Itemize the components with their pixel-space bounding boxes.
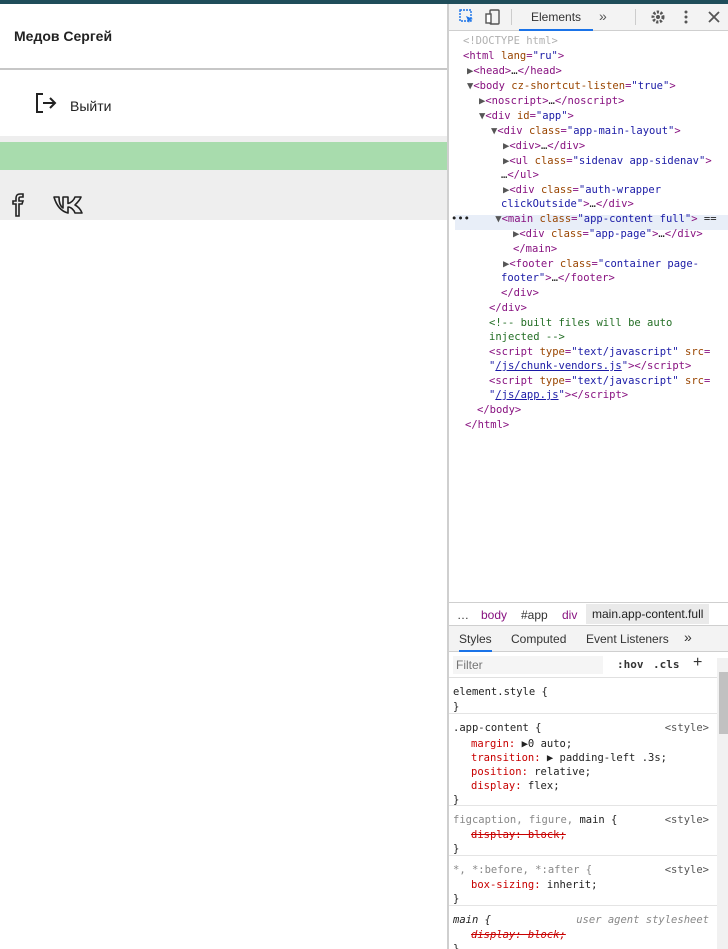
styles-filter-row: :hov .cls + — [449, 652, 721, 678]
comment-text-1: built files will be auto — [520, 317, 673, 329]
tab-elements[interactable]: Elements — [519, 4, 594, 31]
rule-source[interactable]: <style> — [665, 863, 709, 877]
dom-node-main-layout[interactable]: ▼<div class="app-main-layout"> — [491, 124, 681, 139]
rule-close: } — [453, 943, 460, 949]
dom-node-body[interactable]: ▼<body cz-shortcut-listen="true"> — [467, 79, 676, 94]
logout-icon — [34, 92, 58, 119]
tab-event-listeners[interactable]: Event Listeners — [586, 632, 669, 646]
toolbar-separator — [511, 9, 512, 25]
decl-position[interactable]: position: relative; — [471, 765, 591, 779]
dom-node-noscript[interactable]: ▶<noscript>…</noscript> — [479, 94, 624, 109]
dom-node-footer[interactable]: ▶<footer class="container page- — [503, 257, 699, 272]
rule-selector: figcaption, figure, main { — [453, 814, 618, 826]
page-content: Медов Сергей Выйти — [0, 4, 447, 949]
rule-app-content[interactable]: .app-content { <style> margin: ▶0 auto; … — [449, 714, 717, 806]
toolbar-separator — [635, 9, 636, 25]
device-toolbar-icon[interactable] — [485, 9, 501, 25]
hov-toggle[interactable]: :hov — [617, 658, 644, 671]
rule-figcaption[interactable]: figcaption, figure, main { <style> displ… — [449, 806, 717, 856]
breadcrumb-ellipsis[interactable]: … — [457, 608, 469, 622]
header-divider — [0, 68, 447, 70]
dom-node-app[interactable]: ▼<div id="app"> — [479, 109, 574, 124]
script-vendors-link[interactable]: /js/chunk-vendors.js — [495, 360, 621, 372]
dom-comment[interactable]: <!-- built files will be auto — [489, 316, 672, 331]
dom-doctype[interactable]: <!DOCTYPE html> — [463, 34, 558, 49]
facebook-icon[interactable] — [10, 192, 28, 223]
rule-selector: .app-content { — [453, 722, 542, 734]
rule-close: } — [453, 701, 460, 713]
dom-node-head[interactable]: ▶<head>…</head> — [467, 64, 562, 79]
rule-element-style[interactable]: element.style { } — [449, 678, 717, 714]
rule-source: user agent stylesheet — [576, 914, 709, 926]
dom-node-layout-close: </div> — [501, 287, 539, 299]
vk-icon[interactable] — [52, 194, 86, 221]
dom-node-sidenav[interactable]: ▶<ul class="sidenav app-sidenav"> — [503, 154, 712, 169]
social-links — [0, 170, 447, 220]
dom-node-auth-wrapper-cont: clickOutside">…</div> — [501, 198, 634, 210]
more-styles-tabs[interactable]: » — [684, 629, 692, 645]
devtools-panel: Elements » <!DOCTYPE html> <html lang="r… — [447, 4, 728, 949]
dom-script-app-src[interactable]: "/js/app.js"></script> — [489, 388, 628, 403]
rule-selector: main { — [453, 914, 491, 926]
rule-selector: element.style { — [453, 686, 548, 698]
decl-transition[interactable]: transition: ▶ padding-left .3s; — [471, 751, 667, 765]
kebab-menu-icon[interactable] — [678, 9, 694, 25]
script-app-link[interactable]: /js/app.js — [495, 389, 558, 401]
dom-node-main[interactable]: ••• ▼<main class="app-content full"> == — [451, 212, 717, 227]
dom-node-html-close: </html> — [465, 419, 510, 431]
dom-script-vendors-src[interactable]: "/js/chunk-vendors.js"></script> — [489, 359, 691, 374]
gear-icon[interactable] — [650, 9, 666, 25]
inspect-element-icon[interactable] — [459, 9, 475, 25]
rule-source[interactable]: <style> — [665, 813, 709, 827]
breadcrumb-body[interactable]: body — [481, 608, 507, 622]
decl-display[interactable]: display: flex; — [471, 779, 560, 793]
green-banner — [0, 142, 447, 170]
style-rules: element.style { } .app-content { <style>… — [449, 678, 717, 949]
devtools-toolbar: Elements » — [449, 4, 728, 31]
decl-display-overridden[interactable]: display: block; — [471, 928, 566, 942]
dom-node-sidenav-close: …</ul> — [501, 169, 539, 181]
rule-main-ua[interactable]: main { user agent stylesheet display: bl… — [449, 906, 717, 949]
dom-node-body-close: </body> — [477, 404, 522, 416]
decl-display-overridden[interactable]: display: block; — [471, 828, 566, 842]
dom-comment-cont: injected --> — [489, 331, 565, 343]
dom-node-auth-wrapper[interactable]: ▶<div class="auth-wrapper — [503, 183, 661, 198]
dom-node-footer-cont: footer">…</footer> — [501, 272, 615, 284]
rule-universal[interactable]: *, *:before, *:after { <style> box-sizin… — [449, 856, 717, 906]
cls-toggle[interactable]: .cls — [653, 658, 680, 671]
new-rule-button[interactable]: + — [693, 654, 702, 672]
rule-close: } — [453, 843, 460, 855]
breadcrumb-main[interactable]: main.app-content.full — [586, 604, 710, 624]
dom-node-main-close: </main> — [513, 243, 558, 255]
logout-button[interactable]: Выйти — [34, 92, 111, 119]
dom-node-app-page[interactable]: ▶<div class="app-page">…</div> — [513, 227, 703, 242]
more-tabs-button[interactable]: » — [599, 8, 607, 24]
dom-node-html[interactable]: <html lang="ru"> — [463, 49, 564, 64]
scrollbar-thumb[interactable] — [719, 672, 728, 734]
dom-tree: <!DOCTYPE html> <html lang="ru"> ▶<head>… — [449, 32, 728, 602]
styles-filter-input[interactable] — [453, 656, 603, 674]
logout-label: Выйти — [70, 97, 112, 114]
tab-styles[interactable]: Styles — [459, 632, 492, 652]
breadcrumb-app[interactable]: #app — [521, 608, 548, 622]
decl-box-sizing[interactable]: box-sizing: inherit; — [471, 878, 597, 892]
dom-node-script-vendors[interactable]: <script type="text/javascript" src= — [489, 345, 710, 360]
breadcrumb-div[interactable]: div — [562, 608, 577, 622]
styles-scrollbar[interactable] — [717, 658, 728, 949]
user-name: Медов Сергей — [14, 28, 113, 44]
styles-tabbar: Styles Computed Event Listeners » — [449, 626, 728, 652]
close-icon[interactable] — [706, 9, 722, 25]
rule-close: } — [453, 893, 460, 905]
tab-computed[interactable]: Computed — [511, 632, 566, 646]
rule-selector: *, *:before, *:after { — [453, 864, 593, 876]
rule-close: } — [453, 794, 460, 806]
rule-source[interactable]: <style> — [665, 721, 709, 735]
breadcrumb: … body #app div main.app-content.full — [449, 602, 728, 626]
decl-margin[interactable]: margin: ▶0 auto; — [471, 737, 572, 751]
dom-node-div[interactable]: ▶<div>…</div> — [503, 139, 585, 154]
dom-node-app-close: </div> — [489, 302, 527, 314]
dom-node-script-app[interactable]: <script type="text/javascript" src= — [489, 374, 710, 389]
